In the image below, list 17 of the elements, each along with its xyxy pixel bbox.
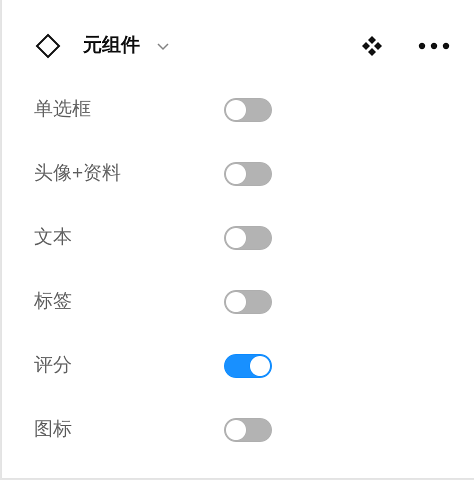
option-label: 图标 bbox=[34, 418, 73, 442]
more-icon[interactable] bbox=[418, 42, 450, 50]
toggle-switch[interactable] bbox=[224, 226, 272, 250]
option-label: 评分 bbox=[34, 354, 73, 378]
panel-title: 元组件 bbox=[83, 34, 140, 58]
toggle-switch[interactable] bbox=[224, 354, 272, 378]
toggle-switch[interactable] bbox=[224, 162, 272, 186]
toggle-switch[interactable] bbox=[224, 418, 272, 442]
option-label: 文本 bbox=[34, 226, 73, 250]
component-icon[interactable] bbox=[360, 34, 384, 58]
option-label: 单选框 bbox=[34, 98, 92, 122]
option-label: 头像+资料 bbox=[34, 162, 122, 186]
diamond-icon bbox=[35, 33, 61, 59]
option-label: 标签 bbox=[34, 290, 73, 314]
toggle-switch[interactable] bbox=[224, 290, 272, 314]
dropdown-caret-icon[interactable] bbox=[156, 41, 170, 51]
toggle-switch[interactable] bbox=[224, 98, 272, 122]
